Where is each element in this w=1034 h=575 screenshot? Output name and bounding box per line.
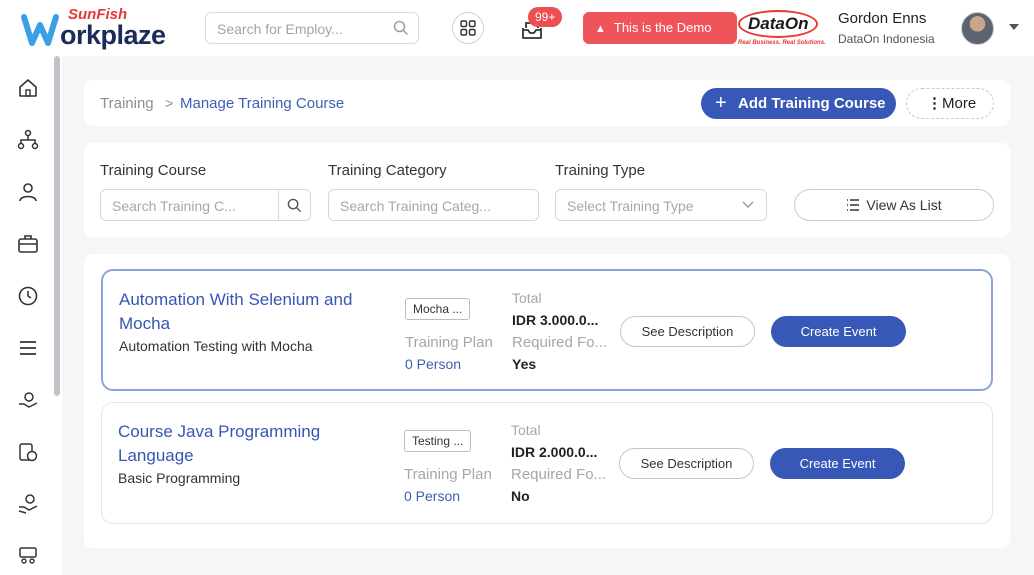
course-card[interactable]: Course Java Programming Language Basic P… — [101, 402, 993, 524]
training-type-select[interactable]: Select Training Type — [555, 189, 767, 221]
employee-search-input[interactable]: Search for Employ... — [205, 12, 419, 44]
more-vertical-icon: ⋮ — [927, 95, 942, 112]
dataon-tagline: Real Business. Real Solutions. — [738, 40, 826, 46]
menu-list-icon[interactable] — [14, 334, 42, 362]
org-chart-icon[interactable] — [14, 126, 42, 154]
course-subtitle: Automation Testing with Mocha — [119, 338, 313, 354]
total-value: IDR 2.000.0... — [511, 444, 598, 460]
training-course-filter-label: Training Course — [100, 162, 207, 179]
grid-icon — [460, 20, 476, 36]
search-icon — [287, 198, 302, 212]
search-icon — [393, 20, 409, 36]
notification-badge: 99+ — [528, 7, 563, 27]
training-plan-label: Training Plan — [405, 334, 493, 351]
course-tag: Testing ... — [404, 430, 472, 452]
payroll-icon[interactable] — [14, 490, 42, 518]
app-grid-button[interactable] — [452, 12, 484, 44]
training-course-search-button[interactable] — [278, 190, 310, 220]
add-training-course-button[interactable]: + Add Training Course — [701, 88, 896, 119]
filter-panel: Training Course Search Training C... Tra… — [84, 143, 1010, 237]
breadcrumb-bar: Training > Manage Training Course + Add T… — [84, 80, 1010, 126]
total-value: IDR 3.000.0... — [512, 312, 599, 328]
training-type-filter-label: Training Type — [555, 162, 646, 179]
training-category-search-input[interactable]: Search Training Categ... — [328, 189, 539, 221]
training-category-filter-label: Training Category — [328, 162, 447, 179]
training-course-search-input[interactable]: Search Training C... — [100, 189, 311, 221]
logo-w-icon — [21, 14, 59, 46]
see-description-button[interactable]: See Description — [619, 448, 754, 479]
warning-icon: ▲ — [595, 23, 606, 35]
demo-warning-button[interactable]: ▲ This is the Demo — [583, 12, 737, 44]
create-event-button[interactable]: Create Event — [771, 316, 906, 347]
training-plan-label: Training Plan — [404, 466, 492, 483]
course-tag: Mocha ... — [405, 298, 471, 320]
training-category-placeholder: Search Training Categ... — [340, 198, 491, 214]
total-label: Total — [512, 290, 542, 306]
plus-icon: + — [715, 92, 727, 114]
training-type-placeholder: Select Training Type — [567, 198, 694, 214]
home-icon[interactable] — [14, 74, 42, 102]
search-placeholder: Search for Employ... — [217, 21, 343, 37]
employee-icon[interactable] — [14, 178, 42, 206]
user-name[interactable]: Gordon Enns — [838, 10, 926, 27]
more-button[interactable]: ⋮ More — [906, 88, 994, 119]
breadcrumb-separator: > — [165, 95, 174, 111]
benefit-hand-icon[interactable] — [14, 386, 42, 414]
course-title[interactable]: Automation With Selenium and Mocha — [119, 288, 389, 336]
avatar[interactable] — [961, 12, 994, 45]
dataon-logo: DataOn Real Business. Real Solutions. — [738, 8, 826, 48]
view-as-list-button[interactable]: View As List — [794, 189, 994, 221]
chevron-down-icon[interactable] — [1008, 22, 1020, 32]
sidebar-scrollbar[interactable] — [54, 56, 60, 396]
create-event-button[interactable]: Create Event — [770, 448, 905, 479]
training-plan-value[interactable]: 0 Person — [404, 488, 460, 504]
more-label: More — [942, 95, 977, 112]
required-label: Required Fo... — [512, 334, 608, 351]
workplaze-logo[interactable]: SunFish orkplaze — [20, 6, 180, 50]
top-header: SunFish orkplaze Search for Employ... 99… — [0, 0, 1034, 56]
finance-icon[interactable] — [14, 438, 42, 466]
course-subtitle: Basic Programming — [118, 470, 241, 486]
required-value: No — [511, 488, 530, 504]
demo-label: This is the Demo — [613, 20, 712, 35]
dataon-logo-text: DataOn — [748, 14, 809, 33]
course-list: Automation With Selenium and Mocha Autom… — [84, 254, 1010, 548]
training-course-placeholder: Search Training C... — [112, 198, 236, 214]
view-as-list-label: View As List — [866, 197, 942, 213]
page-title: Manage Training Course — [180, 95, 345, 112]
chevron-down-icon — [742, 201, 754, 208]
total-label: Total — [511, 422, 541, 438]
course-title[interactable]: Course Java Programming Language — [118, 420, 388, 468]
sidebar — [0, 56, 62, 575]
training-icon[interactable] — [14, 542, 42, 570]
required-label: Required Fo... — [511, 466, 607, 483]
add-training-course-label: Add Training Course — [738, 95, 886, 112]
user-company: DataOn Indonesia — [838, 32, 935, 46]
list-icon — [847, 199, 860, 211]
logo-workplaze-text: orkplaze — [60, 20, 166, 50]
course-card[interactable]: Automation With Selenium and Mocha Autom… — [101, 269, 993, 391]
clock-icon[interactable] — [14, 282, 42, 310]
briefcase-icon[interactable] — [14, 230, 42, 258]
training-plan-value[interactable]: 0 Person — [405, 356, 461, 372]
see-description-button[interactable]: See Description — [620, 316, 755, 347]
required-value: Yes — [512, 356, 537, 372]
breadcrumb-training-link[interactable]: Training — [100, 95, 154, 112]
